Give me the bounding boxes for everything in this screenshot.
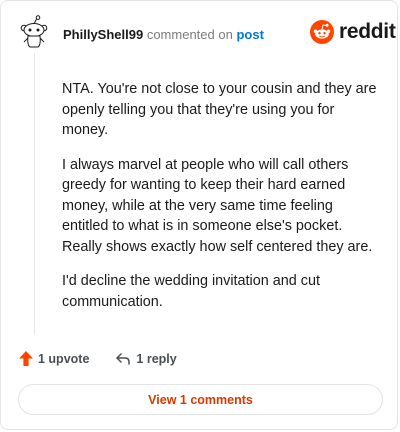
reddit-logo[interactable]: reddit [310, 20, 396, 44]
comment-paragraph: NTA. You're not close to your cousin and… [62, 81, 377, 138]
post-link[interactable]: post [236, 27, 263, 42]
comment-paragraph: I always marvel at people who will call … [62, 156, 373, 255]
comment-header: PhillyShell99 commented on post [63, 27, 264, 42]
upvote-count: 1 upvote [38, 351, 90, 366]
comment-card: PhillyShell99 commented on post reddit N… [0, 0, 398, 430]
upvote-button[interactable]: 1 upvote [19, 351, 89, 366]
reply-button[interactable]: 1 reply [115, 351, 177, 366]
reddit-snoo-icon [310, 20, 334, 44]
reply-count: 1 reply [136, 351, 177, 366]
thread-line [34, 53, 35, 335]
username-link[interactable]: PhillyShell99 [63, 27, 143, 42]
comment-actions: 1 upvote 1 reply [19, 351, 177, 366]
comment-body: NTA. You're not close to your cousin and… [62, 79, 382, 326]
reply-arrow-icon [116, 352, 131, 365]
view-comments-button[interactable]: View 1 comments [18, 384, 383, 415]
comment-paragraph: I'd decline the wedding invitation and c… [62, 273, 320, 310]
upvote-arrow-icon [19, 351, 33, 366]
reddit-wordmark: reddit [339, 20, 396, 43]
snoo-avatar-icon[interactable] [19, 15, 49, 49]
action-text: commented on [146, 27, 233, 42]
